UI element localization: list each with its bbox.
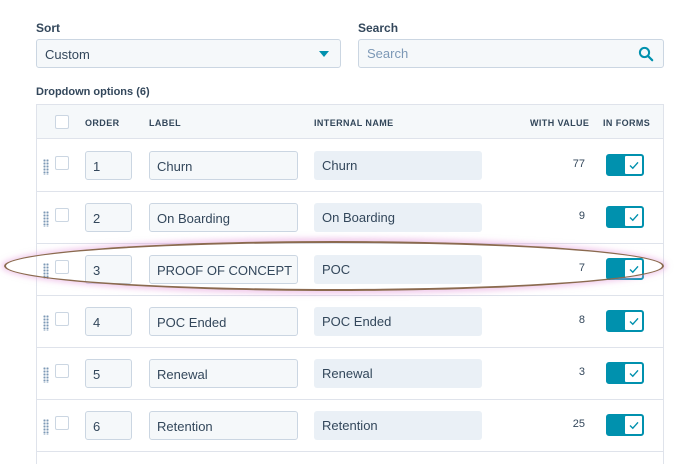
row-checkbox[interactable] <box>55 156 69 170</box>
search-label: Search <box>358 21 399 35</box>
table-row: 3 PROOF OF CONCEPT POC 7 <box>37 244 663 296</box>
caret-down-icon <box>319 51 329 57</box>
label-input[interactable]: Retention <box>149 411 298 440</box>
toggle-knob <box>624 155 643 175</box>
search-icon[interactable] <box>638 46 654 62</box>
in-forms-toggle[interactable] <box>606 154 644 176</box>
drag-handle-icon[interactable] <box>43 263 49 279</box>
internal-name-field: Renewal <box>314 359 482 388</box>
check-icon <box>629 421 639 430</box>
drag-handle-icon[interactable] <box>43 419 49 435</box>
in-forms-toggle[interactable] <box>606 310 644 332</box>
table-row: 5 Renewal Renewal 3 <box>37 348 663 400</box>
with-value-count: 25 <box>572 418 585 430</box>
order-input[interactable]: 5 <box>85 359 132 388</box>
sort-value: Custom <box>45 47 90 62</box>
label-input[interactable]: Renewal <box>149 359 298 388</box>
table-row: 6 Retention Retention 25 <box>37 400 663 452</box>
header-in-forms: IN FORMS <box>603 118 651 128</box>
row-checkbox[interactable] <box>55 364 69 378</box>
with-value-count: 77 <box>572 158 585 170</box>
in-forms-toggle[interactable] <box>606 362 644 384</box>
check-icon <box>629 161 639 170</box>
table-row: 2 On Boarding On Boarding 9 <box>37 192 663 244</box>
row-checkbox[interactable] <box>55 312 69 326</box>
label-input[interactable]: Churn <box>149 151 298 180</box>
drag-handle-icon[interactable] <box>43 367 49 383</box>
table-header: ORDER LABEL INTERNAL NAME WITH VALUE IN … <box>37 105 663 139</box>
drag-handle-icon[interactable] <box>43 211 49 227</box>
label-input[interactable]: On Boarding <box>149 203 298 232</box>
label-input[interactable]: POC Ended <box>149 307 298 336</box>
dropdown-options-title: Dropdown options (6) <box>36 86 150 98</box>
order-input[interactable]: 4 <box>85 307 132 336</box>
with-value-count: 3 <box>578 366 585 378</box>
order-input[interactable]: 3 <box>85 255 132 284</box>
in-forms-toggle[interactable] <box>606 206 644 228</box>
header-with-value: WITH VALUE <box>530 118 590 128</box>
search-input[interactable] <box>359 40 629 67</box>
search-field[interactable] <box>358 39 664 68</box>
check-icon <box>629 213 639 222</box>
in-forms-toggle[interactable] <box>606 258 644 280</box>
order-input[interactable]: 2 <box>85 203 132 232</box>
toggle-knob <box>624 259 643 279</box>
row-checkbox[interactable] <box>55 260 69 274</box>
header-internal-name: INTERNAL NAME <box>314 118 394 128</box>
toggle-knob <box>624 363 643 383</box>
row-checkbox[interactable] <box>55 416 69 430</box>
with-value-count: 9 <box>578 210 585 222</box>
order-input[interactable]: 1 <box>85 151 132 180</box>
in-forms-toggle[interactable] <box>606 414 644 436</box>
toggle-knob <box>624 415 643 435</box>
sort-label: Sort <box>36 21 60 35</box>
toggle-knob <box>624 207 643 227</box>
internal-name-field: POC <box>314 255 482 284</box>
label-input[interactable]: PROOF OF CONCEPT <box>149 255 298 284</box>
toggle-knob <box>624 311 643 331</box>
dropdown-options-table: ORDER LABEL INTERNAL NAME WITH VALUE IN … <box>36 104 664 464</box>
drag-handle-icon[interactable] <box>43 315 49 331</box>
with-value-count: 7 <box>578 262 585 274</box>
drag-handle-icon[interactable] <box>43 159 49 175</box>
check-icon <box>629 317 639 326</box>
header-label: LABEL <box>149 118 181 128</box>
sort-select[interactable]: Custom <box>36 39 341 68</box>
internal-name-field: Retention <box>314 411 482 440</box>
row-checkbox[interactable] <box>55 208 69 222</box>
select-all-checkbox[interactable] <box>55 115 69 129</box>
header-order: ORDER <box>85 118 120 128</box>
with-value-count: 8 <box>578 314 585 326</box>
order-input[interactable]: 6 <box>85 411 132 440</box>
internal-name-field: Churn <box>314 151 482 180</box>
check-icon <box>629 265 639 274</box>
check-icon <box>629 369 639 378</box>
table-row: 1 Churn Churn 77 <box>37 140 663 192</box>
internal-name-field: POC Ended <box>314 307 482 336</box>
internal-name-field: On Boarding <box>314 203 482 232</box>
table-row: 4 POC Ended POC Ended 8 <box>37 296 663 348</box>
